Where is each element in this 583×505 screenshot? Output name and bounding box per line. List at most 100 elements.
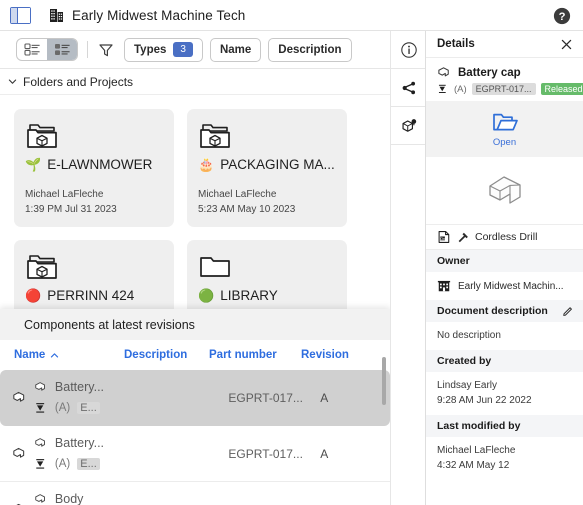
filter-toolbar: Types 3 Name Description bbox=[0, 31, 390, 69]
row-revision-chip: E... bbox=[77, 402, 100, 414]
row-revision: A bbox=[320, 390, 329, 405]
rail-info[interactable] bbox=[391, 31, 426, 69]
part-icon bbox=[35, 494, 45, 503]
sidebar-toggle-pane-right bbox=[18, 7, 30, 23]
card-item[interactable]: 🎂 PACKAGING MA... Michael LaFleche 5:23 … bbox=[187, 109, 347, 227]
table-row[interactable]: Battery... (A) E... EGPRT-017... A bbox=[0, 370, 390, 426]
filter-pill-description-label: Description bbox=[278, 43, 342, 56]
rail-where-used[interactable] bbox=[391, 107, 426, 145]
filter-funnel-icon[interactable] bbox=[97, 41, 115, 59]
row-part-icon-lead bbox=[6, 445, 34, 462]
card-emoji: 🟢 bbox=[198, 288, 215, 303]
open-button[interactable]: Open bbox=[426, 101, 583, 157]
filter-pill-description[interactable]: Description bbox=[268, 37, 352, 62]
card-owner: Michael LaFleche bbox=[198, 189, 277, 200]
plain-folder-icon bbox=[200, 257, 230, 277]
pencil-edit-icon[interactable] bbox=[562, 305, 574, 317]
card-meta: Michael LaFleche 5:23 AM May 10 2023 bbox=[198, 188, 295, 217]
components-panel-title: Components at latest revisions bbox=[24, 317, 195, 332]
part-icon bbox=[13, 391, 25, 402]
owner-row: Early Midwest Machin... bbox=[426, 272, 583, 300]
close-icon[interactable] bbox=[560, 38, 573, 51]
view-mode-toggle[interactable] bbox=[16, 38, 78, 61]
detail-list-view-icon[interactable] bbox=[47, 39, 77, 60]
column-header-description-label: Description bbox=[124, 349, 188, 361]
card-owner: Michael LaFleche bbox=[25, 189, 104, 200]
row-revision-letter: (A) bbox=[54, 458, 71, 470]
table-row[interactable]: Body (A) E... EGPRT- bbox=[0, 482, 390, 505]
rail-share[interactable] bbox=[391, 69, 426, 107]
section-header-owner-label: Owner bbox=[437, 255, 470, 267]
row-name-cell: Battery... (A) E... bbox=[34, 436, 144, 471]
part-icon bbox=[35, 382, 45, 391]
svg-text:?: ? bbox=[559, 11, 566, 23]
row-name: Battery... bbox=[54, 380, 105, 394]
filter-pill-types-badge: 3 bbox=[173, 42, 193, 57]
components-scrollbar-thumb[interactable] bbox=[382, 357, 386, 405]
project-folder-icon bbox=[200, 124, 230, 148]
owner-name: Early Midwest Machin... bbox=[458, 280, 564, 292]
hammer-icon bbox=[458, 232, 468, 243]
card-emoji: 🌱 bbox=[25, 157, 42, 172]
details-header: Details bbox=[426, 31, 583, 58]
details-context-row[interactable]: On Cordless Drill bbox=[426, 225, 583, 250]
card-title: PACKAGING MA... bbox=[220, 157, 335, 172]
top-bar: Early Midwest Machine Tech ? bbox=[0, 0, 583, 31]
details-context-label: Cordless Drill bbox=[475, 231, 538, 243]
details-item-name: Battery cap bbox=[458, 66, 521, 79]
created-by-name: Lindsay Early bbox=[437, 380, 498, 391]
details-panel: Details Battery cap (A) EGPRT-017... Rel… bbox=[425, 31, 583, 505]
created-by-block: Lindsay Early 9:28 AM Jun 22 2022 bbox=[426, 372, 583, 415]
card-timestamp: 5:23 AM May 10 2023 bbox=[198, 203, 296, 215]
part-icon bbox=[438, 67, 449, 77]
filter-pill-name[interactable]: Name bbox=[209, 37, 262, 62]
filter-pill-types-label: Types bbox=[134, 43, 167, 56]
building-icon bbox=[437, 280, 451, 292]
share-icon bbox=[402, 81, 415, 94]
help-circle-icon[interactable]: ? bbox=[553, 7, 571, 25]
revision-flag-icon bbox=[438, 84, 446, 93]
info-circle-icon bbox=[400, 41, 417, 58]
document-description-value: No description bbox=[437, 330, 501, 341]
row-part-icon-lead bbox=[6, 389, 34, 406]
card-title: E-LAWNMOWER bbox=[47, 157, 153, 172]
page-title: Early Midwest Machine Tech bbox=[72, 7, 246, 23]
table-row[interactable]: Battery... (A) E... EGPRT-017... A bbox=[0, 426, 390, 482]
svg-text:On: On bbox=[440, 237, 445, 241]
last-modified-by-name: Michael LaFleche bbox=[437, 445, 516, 456]
list-view-icon[interactable] bbox=[17, 39, 47, 60]
column-header-description[interactable]: Description bbox=[124, 349, 209, 361]
part-icon bbox=[16, 503, 22, 505]
last-modified-by-block: Michael LaFleche 4:32 AM May 12 bbox=[426, 437, 583, 480]
column-header-revision[interactable]: Revision bbox=[301, 349, 371, 361]
row-part-number: EGPRT-017... bbox=[228, 390, 303, 405]
toolbar-divider bbox=[87, 41, 88, 58]
column-header-part-number[interactable]: Part number bbox=[209, 349, 301, 361]
revision-flag-icon bbox=[36, 459, 45, 469]
sort-ascending-caret-icon bbox=[51, 352, 59, 358]
components-table: Name Description Part number Revision Ba… bbox=[0, 340, 390, 505]
main-content: Types 3 Name Description Folders and Pro… bbox=[0, 31, 390, 505]
part-3d-preview-icon bbox=[488, 175, 521, 204]
filter-pill-name-label: Name bbox=[219, 43, 252, 56]
card-item[interactable]: 🌱 E-LAWNMOWER Michael LaFleche 1:39 PM J… bbox=[14, 109, 174, 227]
section-header-created-by-label: Created by bbox=[437, 355, 492, 367]
column-header-name-label: Name bbox=[14, 349, 46, 361]
row-revision-chip: E... bbox=[77, 458, 100, 470]
card-emoji: 🎂 bbox=[198, 157, 215, 172]
section-folders-and-projects[interactable]: Folders and Projects bbox=[0, 69, 390, 95]
section-header-owner: Owner bbox=[426, 250, 583, 272]
card-emoji: 🔴 bbox=[25, 288, 42, 303]
card-title: PERRINN 424 bbox=[47, 288, 135, 303]
section-header-last-modified-by-label: Last modified by bbox=[437, 420, 521, 432]
sidebar-toggle-icon[interactable] bbox=[10, 6, 31, 24]
section-header-created-by: Created by bbox=[426, 350, 583, 372]
part-icon bbox=[35, 438, 45, 447]
chevron-down-icon bbox=[8, 79, 17, 84]
document-onshape-icon: On bbox=[438, 231, 450, 243]
column-header-name[interactable]: Name bbox=[14, 349, 124, 361]
filter-pill-types[interactable]: Types 3 bbox=[124, 37, 203, 62]
project-folder-icon bbox=[27, 255, 57, 279]
open-folder-icon bbox=[492, 113, 518, 131]
row-part-number: EGPRT-017... bbox=[228, 446, 303, 461]
